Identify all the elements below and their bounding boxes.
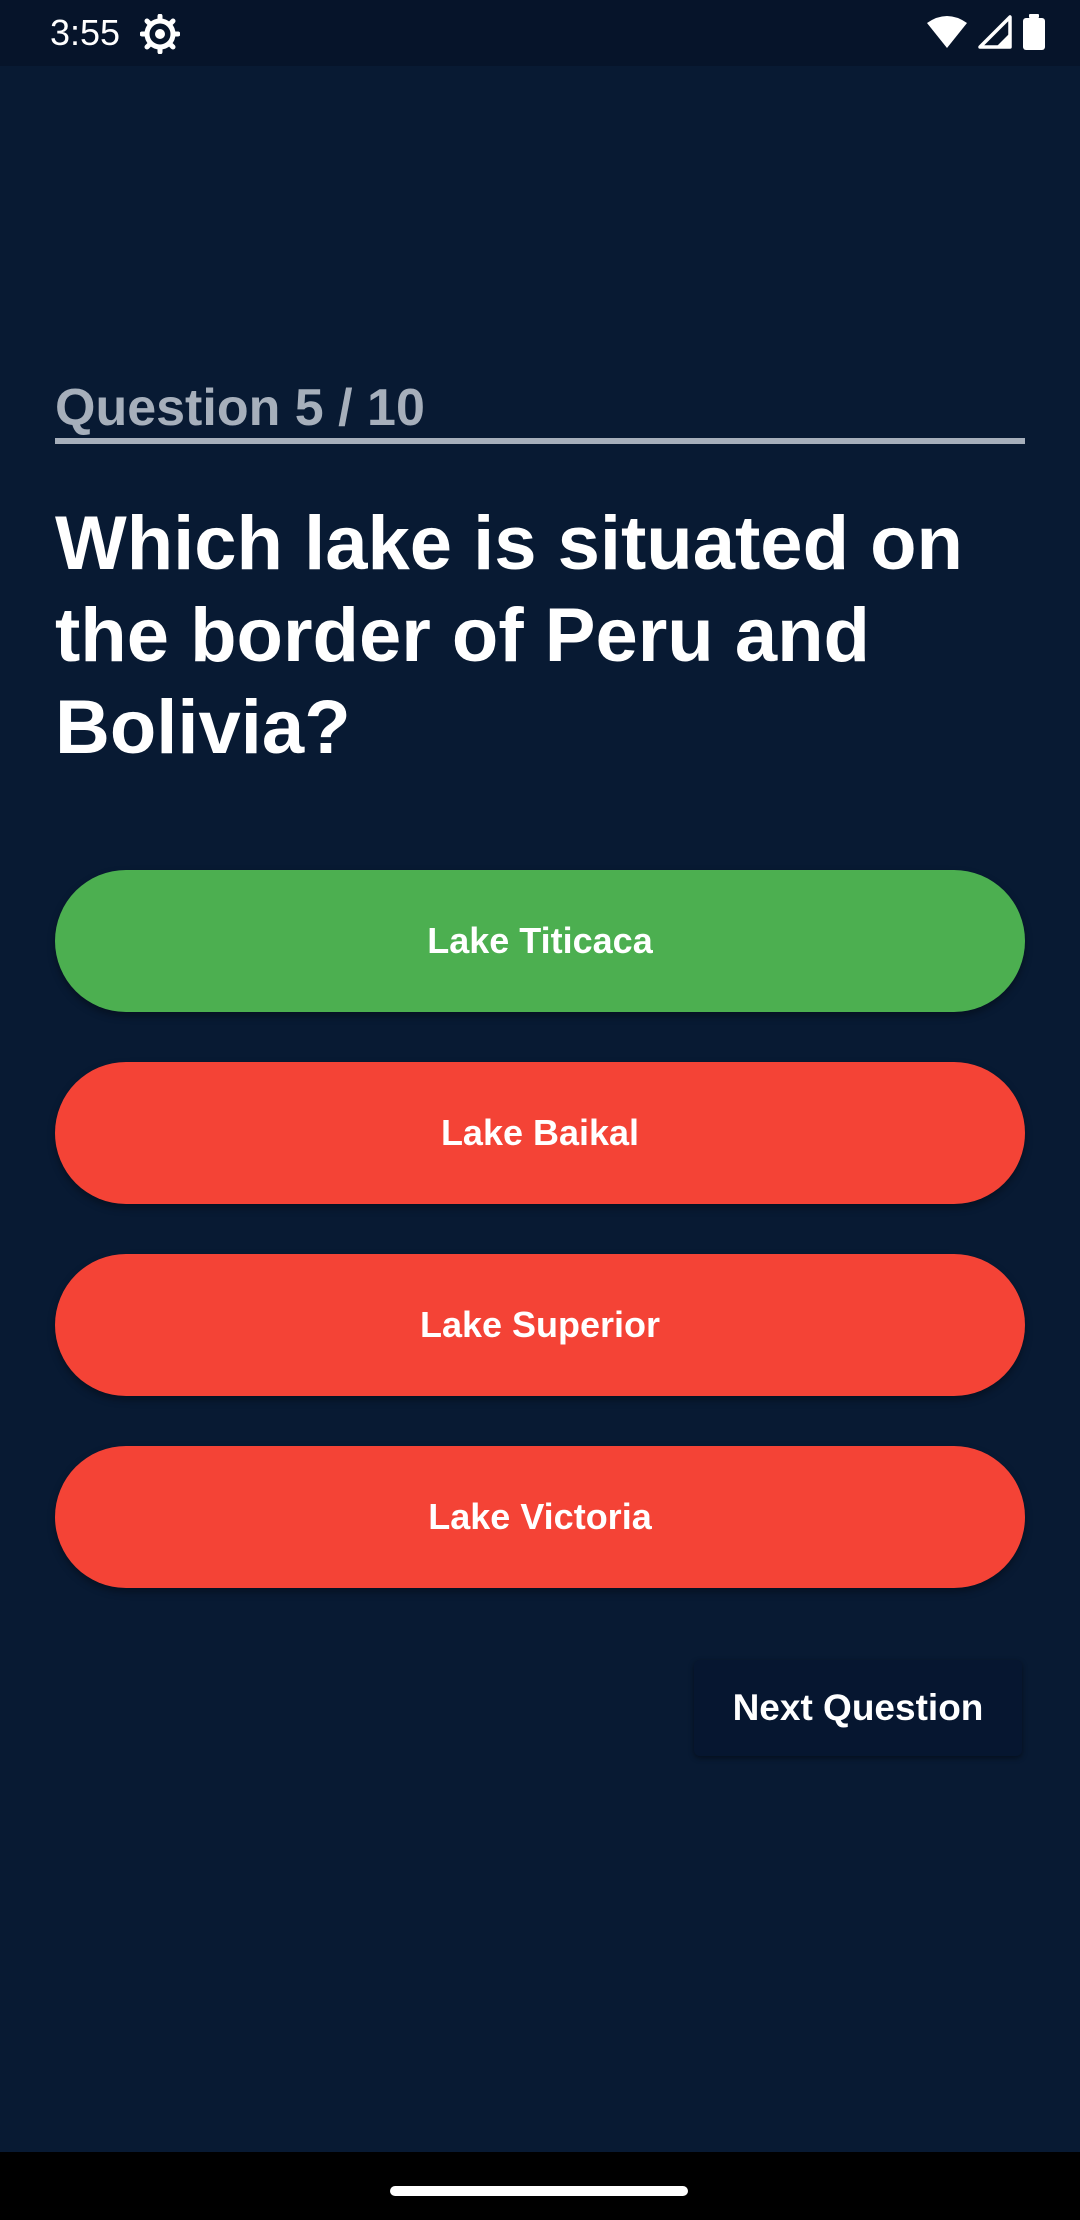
answer-button-1[interactable]: Lake Titicaca — [55, 870, 1025, 1012]
quiz-screen: 3:55 Question 5 / 10 Which lake is situa… — [0, 0, 1080, 2220]
signal-icon — [978, 14, 1012, 54]
next-question-button[interactable]: Next Question — [694, 1660, 1022, 1756]
question-counter: Question 5 / 10 — [55, 379, 425, 437]
home-indicator[interactable] — [390, 2186, 688, 2196]
answer-button-2[interactable]: Lake Baikal — [55, 1062, 1025, 1204]
answer-label: Lake Superior — [419, 1304, 661, 1345]
answer-button-3[interactable]: Lake Superior — [55, 1254, 1025, 1396]
wifi-icon — [926, 15, 968, 54]
next-question-label: Next Question — [732, 1687, 984, 1728]
answer-button-4[interactable]: Lake Victoria — [55, 1446, 1025, 1588]
counter-underline — [55, 438, 1025, 444]
question-text: Which lake is situated on the border of … — [55, 501, 963, 770]
status-bar: 3:55 — [0, 0, 1080, 66]
status-time: 3:55 — [50, 12, 121, 53]
status-icons — [926, 13, 1046, 55]
battery-icon — [1022, 13, 1046, 55]
settings-gear-icon — [139, 13, 181, 55]
answer-label: Lake Victoria — [428, 1496, 652, 1537]
answer-label: Lake Baikal — [440, 1112, 640, 1153]
answer-label: Lake Titicaca — [427, 920, 653, 961]
